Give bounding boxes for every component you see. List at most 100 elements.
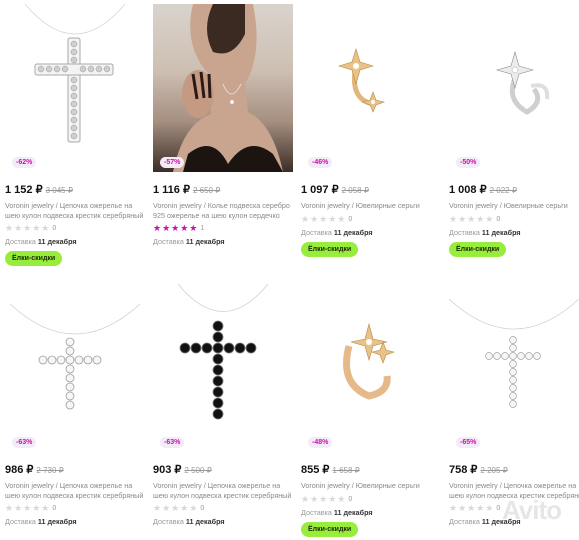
name: Ювелирные серьги [355, 201, 420, 210]
rating-count: 0 [348, 215, 353, 223]
discount-badge: -63% [160, 437, 185, 448]
rating-stars: ★★★★★ 0 [301, 213, 353, 224]
delivery-label: Доставка [153, 237, 184, 247]
price: 986 ₽ [5, 464, 34, 476]
delivery-date: 11 декабря [37, 517, 77, 527]
product-image[interactable]: -46% [301, 4, 441, 172]
brand: Voronin jewelry [301, 201, 350, 210]
product-card[interactable]: -50% 1 008 ₽2 022 ₽ Voronin jewelry / Юв… [449, 4, 579, 257]
watermark: Avito [501, 495, 562, 525]
brand: Voronin jewelry [449, 201, 498, 210]
brand: Voronin jewelry [153, 201, 202, 210]
price: 1 008 ₽ [449, 184, 487, 196]
old-price: 1 658 ₽ [332, 466, 360, 475]
price: 1 116 ₽ [153, 184, 190, 196]
discount-badge: -50% [456, 157, 481, 168]
rating-stars: ★★★★★ 1 [153, 223, 205, 234]
product-card[interactable]: -48% 855 ₽1 658 ₽ Voronin jewelry / Ювел… [301, 284, 441, 537]
brand: Voronin jewelry [301, 481, 350, 490]
delivery-date: 11 декабря [185, 517, 225, 527]
brand: Voronin jewelry [5, 481, 54, 490]
product-title[interactable]: Voronin jewelry / Колье подвеска серебро… [153, 201, 293, 220]
product-image[interactable]: -50% [449, 4, 579, 172]
price: 903 ₽ [153, 464, 182, 476]
rating-count: 0 [496, 215, 501, 223]
product-card[interactable]: -46% 1 097 ₽2 058 ₽ Voronin jewelry / Юв… [301, 4, 441, 257]
delivery-label: Доставка [301, 227, 332, 237]
product-card[interactable]: -65% 758 ₽2 205 ₽ Voronin jewelry / Цепо… [449, 284, 579, 526]
rating-stars: ★★★★★ 0 [153, 503, 205, 514]
price: 758 ₽ [449, 464, 478, 476]
discount-badge: -63% [12, 437, 37, 448]
price-row: 758 ₽2 205 ₽ [449, 460, 579, 478]
price: 1 097 ₽ [301, 184, 339, 196]
discount-badge: -48% [308, 437, 333, 448]
rating-count: 1 [200, 225, 205, 233]
delivery-label: Доставка [449, 227, 480, 237]
discount-badge: -46% [308, 157, 333, 168]
old-price: 2 650 ₽ [192, 186, 221, 195]
brand: Voronin jewelry [5, 201, 54, 210]
delivery-label: Доставка [449, 517, 480, 527]
cross-pendant-icon [9, 303, 141, 410]
product-card[interactable]: -62% 1 152 ₽3 045 ₽ Voronin jewelry / Це… [5, 4, 145, 267]
brand: Voronin jewelry [153, 481, 202, 490]
rating-count: 0 [496, 505, 501, 513]
price: 855 ₽ [301, 464, 330, 476]
delivery-info: Доставка 11 декабря [301, 508, 441, 517]
star-earcuff-gold-icon [343, 322, 396, 400]
model-photo [173, 4, 283, 172]
product-title[interactable]: Voronin jewelry / Ювелирные серьги [301, 201, 441, 211]
rating-stars: ★★★★★ 0 [301, 493, 353, 504]
promo-tag[interactable]: Ёлки-скидки [449, 241, 507, 257]
delivery-label: Доставка [301, 507, 332, 517]
name: Ювелирные серьги [355, 481, 420, 490]
promo-tag[interactable]: Ёлки-скидки [301, 241, 359, 257]
cross-pendant-icon [449, 298, 579, 408]
price-row: 986 ₽2 730 ₽ [5, 460, 145, 478]
discount-badge: -57% [160, 157, 185, 168]
product-title[interactable]: Voronin jewelry / Ювелирные серьги [449, 201, 579, 211]
delivery-info: Доставка 11 декабря [5, 517, 145, 526]
delivery-date: 11 декабря [333, 507, 373, 517]
rating-count: 0 [52, 225, 57, 233]
brand: Voronin jewelry [449, 481, 498, 490]
discount-badge: -62% [12, 157, 37, 168]
product-image[interactable]: -62% [5, 4, 145, 172]
product-title[interactable]: Voronin jewelry / Цепочка ожерелье на ше… [5, 201, 145, 220]
price-row: 1 008 ₽2 022 ₽ [449, 180, 579, 198]
rating-count: 0 [52, 505, 57, 513]
promo-tag[interactable]: Ёлки-скидки [5, 251, 63, 267]
promo-tag[interactable]: Ёлки-скидки [301, 521, 359, 537]
delivery-info: Доставка 11 декабря [449, 228, 579, 237]
rating-stars: ★★★★★ 0 [449, 213, 501, 224]
product-title[interactable]: Voronin jewelry / Цепочка ожерелье на ше… [5, 481, 145, 500]
rating-stars: ★★★★★ 0 [5, 223, 57, 234]
product-image[interactable]: -57% [153, 4, 293, 172]
rating-count: 0 [200, 505, 205, 513]
delivery-info: Доставка 11 декабря [301, 228, 441, 237]
product-card[interactable]: -57% 1 116 ₽2 650 ₽ Voronin jewelry / Ко… [153, 4, 293, 246]
delivery-label: Доставка [5, 237, 36, 247]
product-image[interactable]: -63% [5, 284, 145, 452]
product-title[interactable]: Voronin jewelry / Цепочка ожерелье на ше… [153, 481, 293, 500]
product-card[interactable]: -63% 986 ₽2 730 ₽ Voronin jewelry / Цепо… [5, 284, 145, 526]
product-title[interactable]: Voronin jewelry / Ювелирные серьги [301, 481, 441, 491]
delivery-info: Доставка 11 декабря [5, 237, 145, 246]
black-cross-pendant-icon [177, 284, 269, 420]
product-image[interactable]: -48% [301, 284, 441, 452]
delivery-info: Доставка 11 декабря [153, 237, 293, 246]
delivery-label: Доставка [5, 517, 36, 527]
product-image[interactable]: -63% [153, 284, 293, 452]
product-image[interactable]: -65% [449, 284, 579, 452]
rating-count: 0 [348, 495, 353, 503]
star-earcuff-gold-icon [337, 47, 386, 113]
old-price: 2 058 ₽ [341, 186, 369, 195]
delivery-label: Доставка [153, 517, 184, 527]
name: Ювелирные серьги [503, 201, 568, 210]
delivery-date: 11 декабря [185, 237, 225, 247]
old-price: 2 500 ₽ [184, 466, 212, 475]
price-row: 1 116 ₽2 650 ₽ [153, 180, 293, 198]
old-price: 2 205 ₽ [480, 466, 508, 475]
product-card[interactable]: -63% 903 ₽2 500 ₽ Voronin jewelry / Цепо… [153, 284, 293, 526]
